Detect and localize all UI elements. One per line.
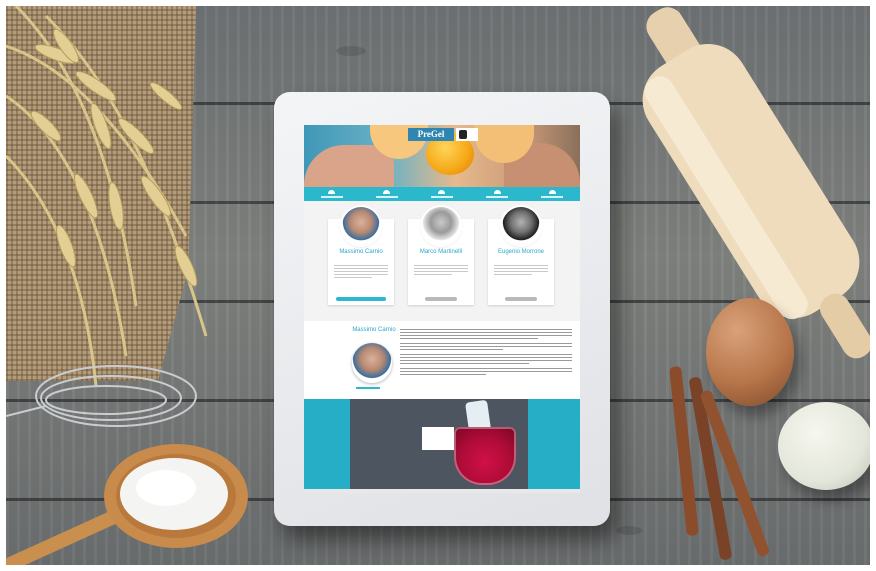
- featured-chef-link[interactable]: [356, 387, 380, 389]
- nav-label: [541, 196, 564, 198]
- chef-avatar: [422, 207, 460, 245]
- wood-knot: [616, 526, 642, 535]
- home-icon: [438, 190, 446, 194]
- nav-item-5[interactable]: [541, 190, 564, 198]
- tablet-screen: PreGel Massimo Carnio Marco Martinelli E…: [304, 125, 580, 493]
- video-section: [304, 399, 580, 489]
- video-caption: [422, 427, 454, 450]
- chef-cards-section: Massimo Carnio Marco Martinelli Eugenio …: [304, 201, 580, 321]
- chef-name: Eugenio Morrone: [497, 249, 545, 255]
- home-icon: [548, 190, 556, 194]
- chef-description: [494, 265, 548, 277]
- chef-name: Massimo Carnio: [339, 249, 383, 255]
- wooden-spoon-with-salt: [6, 444, 248, 565]
- footer-strip: [304, 489, 580, 493]
- featured-chef-avatar: [352, 343, 392, 383]
- nav-label: [486, 196, 509, 198]
- tablet-device: PreGel Massimo Carnio Marco Martinelli E…: [274, 92, 610, 526]
- nav-label: [430, 196, 453, 198]
- home-icon: [493, 190, 501, 194]
- featured-chef-bio: [400, 329, 572, 377]
- chef-name: Marco Martinelli: [419, 249, 463, 255]
- badge-mark: [459, 130, 467, 139]
- chef-card-martinelli[interactable]: Marco Martinelli: [408, 207, 474, 305]
- nav-item-3[interactable]: [430, 190, 453, 198]
- cinnamon-sticks: [669, 366, 770, 560]
- chef-more-button[interactable]: [425, 297, 457, 301]
- white-egg: [778, 402, 870, 490]
- chef-more-button[interactable]: [505, 297, 537, 301]
- featured-chef-section: Massimo Carnio: [304, 321, 580, 399]
- chef-description: [414, 265, 468, 277]
- nav-item-1[interactable]: [320, 190, 343, 198]
- chef-avatar: [502, 207, 540, 245]
- featured-chef-name: Massimo Carnio: [352, 327, 396, 333]
- nav-item-4[interactable]: [486, 190, 509, 198]
- nav-label: [320, 196, 343, 198]
- nav-label: [375, 196, 398, 198]
- school-badge-icon: [456, 128, 478, 141]
- video-player[interactable]: [350, 399, 528, 489]
- chef-card-carnio[interactable]: Massimo Carnio: [328, 207, 394, 305]
- chef-card-morrone[interactable]: Eugenio Morrone: [488, 207, 554, 305]
- hero-banner: PreGel: [304, 125, 580, 187]
- chef-description: [334, 265, 388, 280]
- home-icon: [328, 190, 336, 194]
- chef-avatar: [342, 207, 380, 245]
- kitchen-table-photo: PreGel Massimo Carnio Marco Martinelli E…: [6, 6, 870, 565]
- site-navigation: [304, 187, 580, 201]
- glass-of-sorbet: [454, 427, 516, 485]
- wood-knot: [336, 46, 366, 56]
- home-icon: [383, 190, 391, 194]
- nav-item-2[interactable]: [375, 190, 398, 198]
- chef-more-button[interactable]: [336, 297, 386, 301]
- pregel-logo[interactable]: PreGel: [408, 128, 454, 141]
